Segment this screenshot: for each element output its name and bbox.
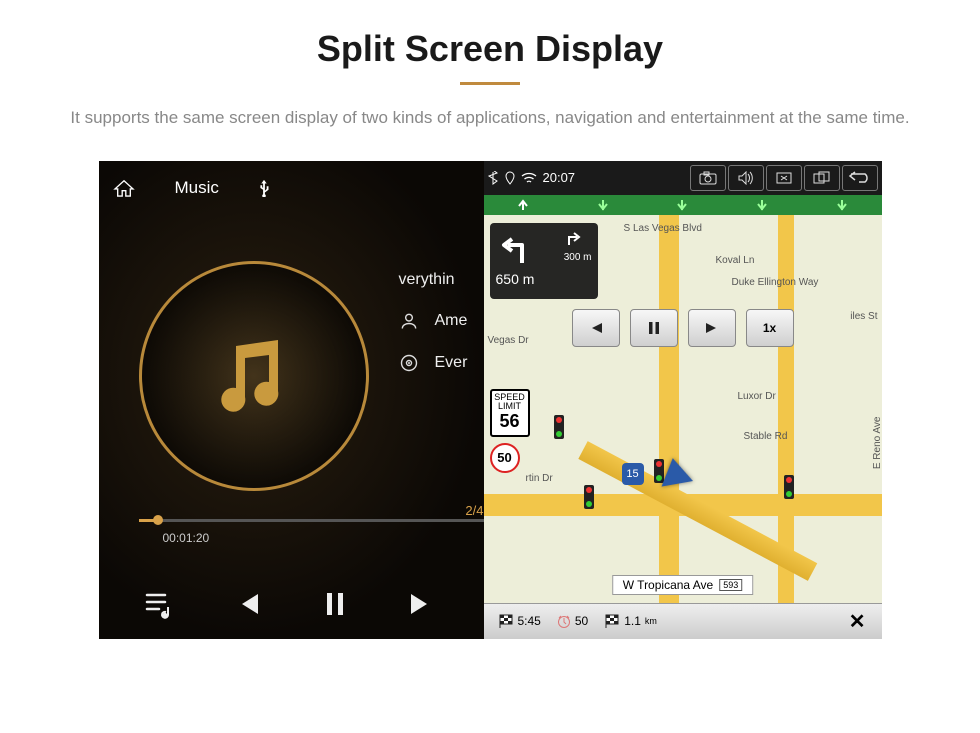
wifi-icon xyxy=(521,172,537,184)
playlist-icon[interactable] xyxy=(143,587,177,621)
volume-button[interactable] xyxy=(728,165,764,191)
turn-distance: 650 m xyxy=(496,271,592,287)
split-screen-button[interactable] xyxy=(804,165,840,191)
sim-controls: 1x xyxy=(572,309,794,347)
speed-shield: 50 xyxy=(490,443,520,473)
back-button[interactable] xyxy=(842,165,878,191)
nav-close-button[interactable]: ✕ xyxy=(839,609,876,634)
music-pane: Music verythin Ame Ever 2/4 00:01:20 xyxy=(99,161,484,639)
street-label: E Reno Ave xyxy=(872,416,882,469)
sim-speed-button[interactable]: 1x xyxy=(746,309,794,347)
pause-icon[interactable] xyxy=(318,587,352,621)
next-track-icon[interactable] xyxy=(405,587,439,621)
lane-guidance-bar xyxy=(484,195,882,215)
street-label: Duke Ellington Way xyxy=(732,277,819,288)
turn-right-small-icon xyxy=(564,229,582,247)
street-label: iles St xyxy=(850,311,877,322)
street-label: Luxor Dr xyxy=(738,391,776,402)
street-label: S Las Vegas Blvd xyxy=(624,223,702,234)
progress-bar[interactable] xyxy=(139,519,484,522)
remaining-distance[interactable]: 1.1 km xyxy=(596,614,665,628)
highway-shield-icon: 15 xyxy=(622,463,644,485)
bluetooth-icon xyxy=(488,171,499,185)
turn-instruction: 300 m 650 m xyxy=(490,223,598,299)
street-label: Stable Rd xyxy=(744,431,788,442)
status-bar: 20:07 xyxy=(484,161,882,195)
elapsed-time: 00:01:20 xyxy=(163,531,210,545)
eta[interactable]: 5:45 xyxy=(490,614,549,628)
sim-prev-button[interactable] xyxy=(572,309,620,347)
album-icon xyxy=(399,353,419,373)
location-icon xyxy=(505,171,515,185)
music-header-label: Music xyxy=(175,178,219,198)
song-title[interactable]: verythin xyxy=(399,271,455,289)
flag-icon xyxy=(604,614,620,628)
home-icon[interactable] xyxy=(113,179,135,197)
artist-icon xyxy=(399,311,419,331)
navigation-pane: 20:07 S Las Vegas Blvd Koval Ln xyxy=(484,161,882,639)
page-title: Split Screen Display xyxy=(0,28,980,70)
clock-icon xyxy=(557,614,571,628)
street-label: rtin Dr xyxy=(526,473,553,484)
page-subtitle: It supports the same screen display of t… xyxy=(50,105,930,131)
artist-name[interactable]: Ame xyxy=(435,312,468,330)
title-underline xyxy=(460,82,520,85)
remaining-time[interactable]: 50 xyxy=(549,614,596,628)
music-note-icon xyxy=(209,331,299,421)
track-counter: 2/4 xyxy=(465,503,483,518)
street-label: Koval Ln xyxy=(716,255,755,266)
current-road-name: W Tropicana Ave 593 xyxy=(612,575,754,595)
vehicle-cursor-icon xyxy=(657,455,693,486)
status-time: 20:07 xyxy=(543,170,576,185)
flag-icon xyxy=(498,614,514,628)
album-art xyxy=(139,261,369,491)
album-name[interactable]: Ever xyxy=(435,354,468,372)
sim-pause-button[interactable] xyxy=(630,309,678,347)
screenshot-button[interactable] xyxy=(690,165,726,191)
usb-icon[interactable] xyxy=(259,179,269,197)
device-screenshot: Music verythin Ame Ever 2/4 00:01:20 xyxy=(99,161,882,639)
speed-limit-sign: SPEED LIMIT 56 xyxy=(490,389,530,437)
prev-track-icon[interactable] xyxy=(230,587,264,621)
close-app-button[interactable] xyxy=(766,165,802,191)
nav-bottom-bar: 5:45 50 1.1 km ✕ xyxy=(484,603,882,639)
turn-left-icon xyxy=(496,229,534,267)
song-list: verythin Ame Ever xyxy=(399,271,468,395)
street-label: Vegas Dr xyxy=(488,335,529,346)
sim-next-button[interactable] xyxy=(688,309,736,347)
next-turn-distance: 300 m xyxy=(564,252,592,263)
